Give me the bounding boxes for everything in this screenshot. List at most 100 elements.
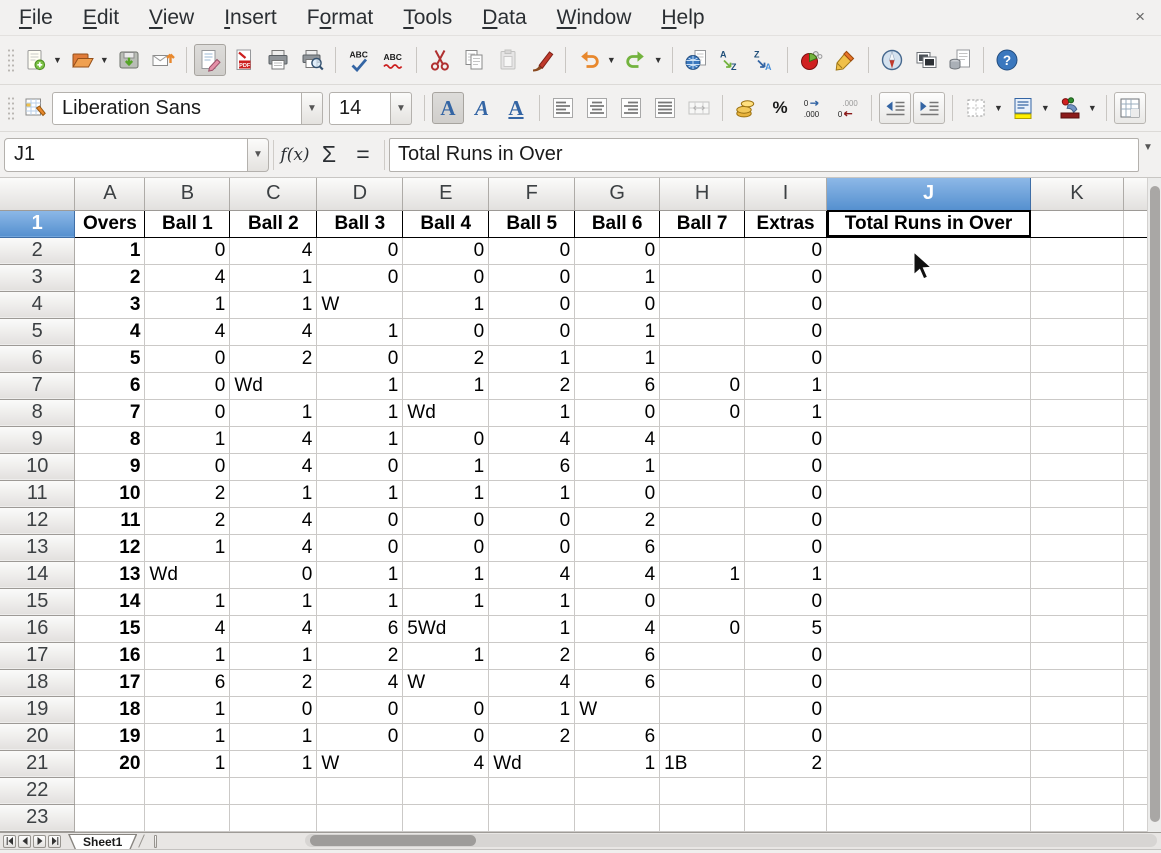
tab-scrollbar-splitter[interactable]: [154, 835, 157, 848]
cell-A22[interactable]: [75, 777, 145, 804]
cell-F11[interactable]: 1: [489, 480, 575, 507]
new-document-dropdown-icon[interactable]: ▼: [53, 55, 62, 65]
font-color-button[interactable]: [1054, 92, 1086, 124]
cell-I23[interactable]: [745, 804, 827, 831]
cell-K22[interactable]: [1031, 777, 1124, 804]
cell-D9[interactable]: 1: [317, 426, 403, 453]
cell-C19[interactable]: 0: [230, 696, 317, 723]
cell-H1[interactable]: Ball 7: [660, 210, 745, 237]
cell-E1[interactable]: Ball 4: [403, 210, 489, 237]
cell-G4[interactable]: 0: [575, 291, 660, 318]
open-dropdown-icon[interactable]: ▼: [100, 55, 109, 65]
align-right-button[interactable]: [615, 92, 647, 124]
redo-button[interactable]: [620, 44, 652, 76]
print-preview-button[interactable]: [296, 44, 328, 76]
menu-data[interactable]: Data: [467, 3, 541, 33]
select-all-corner[interactable]: [0, 178, 75, 210]
cell-G13[interactable]: 6: [575, 534, 660, 561]
row-header-3[interactable]: 3: [0, 264, 75, 291]
cell-B22[interactable]: [145, 777, 230, 804]
cell-F21[interactable]: Wd: [489, 750, 575, 777]
cell-C23[interactable]: [230, 804, 317, 831]
cell-B3[interactable]: 4: [145, 264, 230, 291]
font-size-dropdown-icon[interactable]: ▼: [391, 92, 412, 125]
row-header-13[interactable]: 13: [0, 534, 75, 561]
cell-E19[interactable]: 0: [403, 696, 489, 723]
close-icon[interactable]: ×: [1129, 5, 1151, 29]
cell-I20[interactable]: 0: [745, 723, 827, 750]
cell-D21[interactable]: W: [317, 750, 403, 777]
row-header-16[interactable]: 16: [0, 615, 75, 642]
cell-B4[interactable]: 1: [145, 291, 230, 318]
cell-B21[interactable]: 1: [145, 750, 230, 777]
row-header-21[interactable]: 21: [0, 750, 75, 777]
borders-button[interactable]: [960, 92, 992, 124]
cell-G14[interactable]: 4: [575, 561, 660, 588]
row-header-22[interactable]: 22: [0, 777, 75, 804]
cell-J13[interactable]: [827, 534, 1031, 561]
column-header-D[interactable]: D: [317, 178, 403, 210]
background-color-dropdown-icon[interactable]: ▼: [1041, 103, 1050, 113]
first-sheet-icon[interactable]: [3, 835, 16, 848]
align-left-button[interactable]: [547, 92, 579, 124]
cell-D12[interactable]: 0: [317, 507, 403, 534]
cell-E6[interactable]: 2: [403, 345, 489, 372]
vertical-scrollbar[interactable]: [1147, 178, 1161, 832]
cell-J20[interactable]: [827, 723, 1031, 750]
cell-A15[interactable]: 14: [75, 588, 145, 615]
cell-G11[interactable]: 0: [575, 480, 660, 507]
cell-E4[interactable]: 1: [403, 291, 489, 318]
cell-J8[interactable]: [827, 399, 1031, 426]
borders-dropdown-icon[interactable]: ▼: [994, 103, 1003, 113]
cell-B2[interactable]: 0: [145, 237, 230, 264]
cell-D6[interactable]: 0: [317, 345, 403, 372]
row-header-10[interactable]: 10: [0, 453, 75, 480]
cell-A16[interactable]: 15: [75, 615, 145, 642]
cell-B8[interactable]: 0: [145, 399, 230, 426]
cell-E15[interactable]: 1: [403, 588, 489, 615]
cell-I10[interactable]: 0: [745, 453, 827, 480]
align-center-button[interactable]: [581, 92, 613, 124]
cell-C6[interactable]: 2: [230, 345, 317, 372]
cell-F15[interactable]: 1: [489, 588, 575, 615]
cell-I7[interactable]: 1: [745, 372, 827, 399]
cell-D11[interactable]: 1: [317, 480, 403, 507]
cell-F12[interactable]: 0: [489, 507, 575, 534]
cell-K23[interactable]: [1031, 804, 1124, 831]
cell-I18[interactable]: 0: [745, 669, 827, 696]
cell-B9[interactable]: 1: [145, 426, 230, 453]
cell-A2[interactable]: 1: [75, 237, 145, 264]
cell-H7[interactable]: 0: [660, 372, 745, 399]
cell-H18[interactable]: [660, 669, 745, 696]
cell-F20[interactable]: 2: [489, 723, 575, 750]
align-justify-button[interactable]: [649, 92, 681, 124]
cell-D15[interactable]: 1: [317, 588, 403, 615]
email-button[interactable]: [147, 44, 179, 76]
cell-E18[interactable]: W: [403, 669, 489, 696]
cell-K21[interactable]: [1031, 750, 1124, 777]
row-header-18[interactable]: 18: [0, 669, 75, 696]
column-header-F[interactable]: F: [489, 178, 575, 210]
name-box-dropdown-icon[interactable]: ▼: [248, 138, 269, 172]
row-header-15[interactable]: 15: [0, 588, 75, 615]
save-button[interactable]: [113, 44, 145, 76]
cell-A18[interactable]: 17: [75, 669, 145, 696]
new-document-button[interactable]: [19, 44, 51, 76]
cell-B17[interactable]: 1: [145, 642, 230, 669]
column-header-C[interactable]: C: [230, 178, 317, 210]
cell-H8[interactable]: 0: [660, 399, 745, 426]
row-header-1[interactable]: 1: [0, 210, 75, 237]
expand-formula-bar-icon[interactable]: ▼: [1139, 138, 1157, 172]
cell-C4[interactable]: 1: [230, 291, 317, 318]
cell-G10[interactable]: 1: [575, 453, 660, 480]
row-header-5[interactable]: 5: [0, 318, 75, 345]
cell-E17[interactable]: 1: [403, 642, 489, 669]
cell-I1[interactable]: Extras: [745, 210, 827, 237]
bold-button[interactable]: A: [432, 92, 464, 124]
cell-A19[interactable]: 18: [75, 696, 145, 723]
font-name-input[interactable]: Liberation Sans: [52, 92, 302, 125]
menu-format[interactable]: Format: [292, 3, 389, 33]
cell-I16[interactable]: 5: [745, 615, 827, 642]
cell-C13[interactable]: 4: [230, 534, 317, 561]
cut-button[interactable]: [424, 44, 456, 76]
